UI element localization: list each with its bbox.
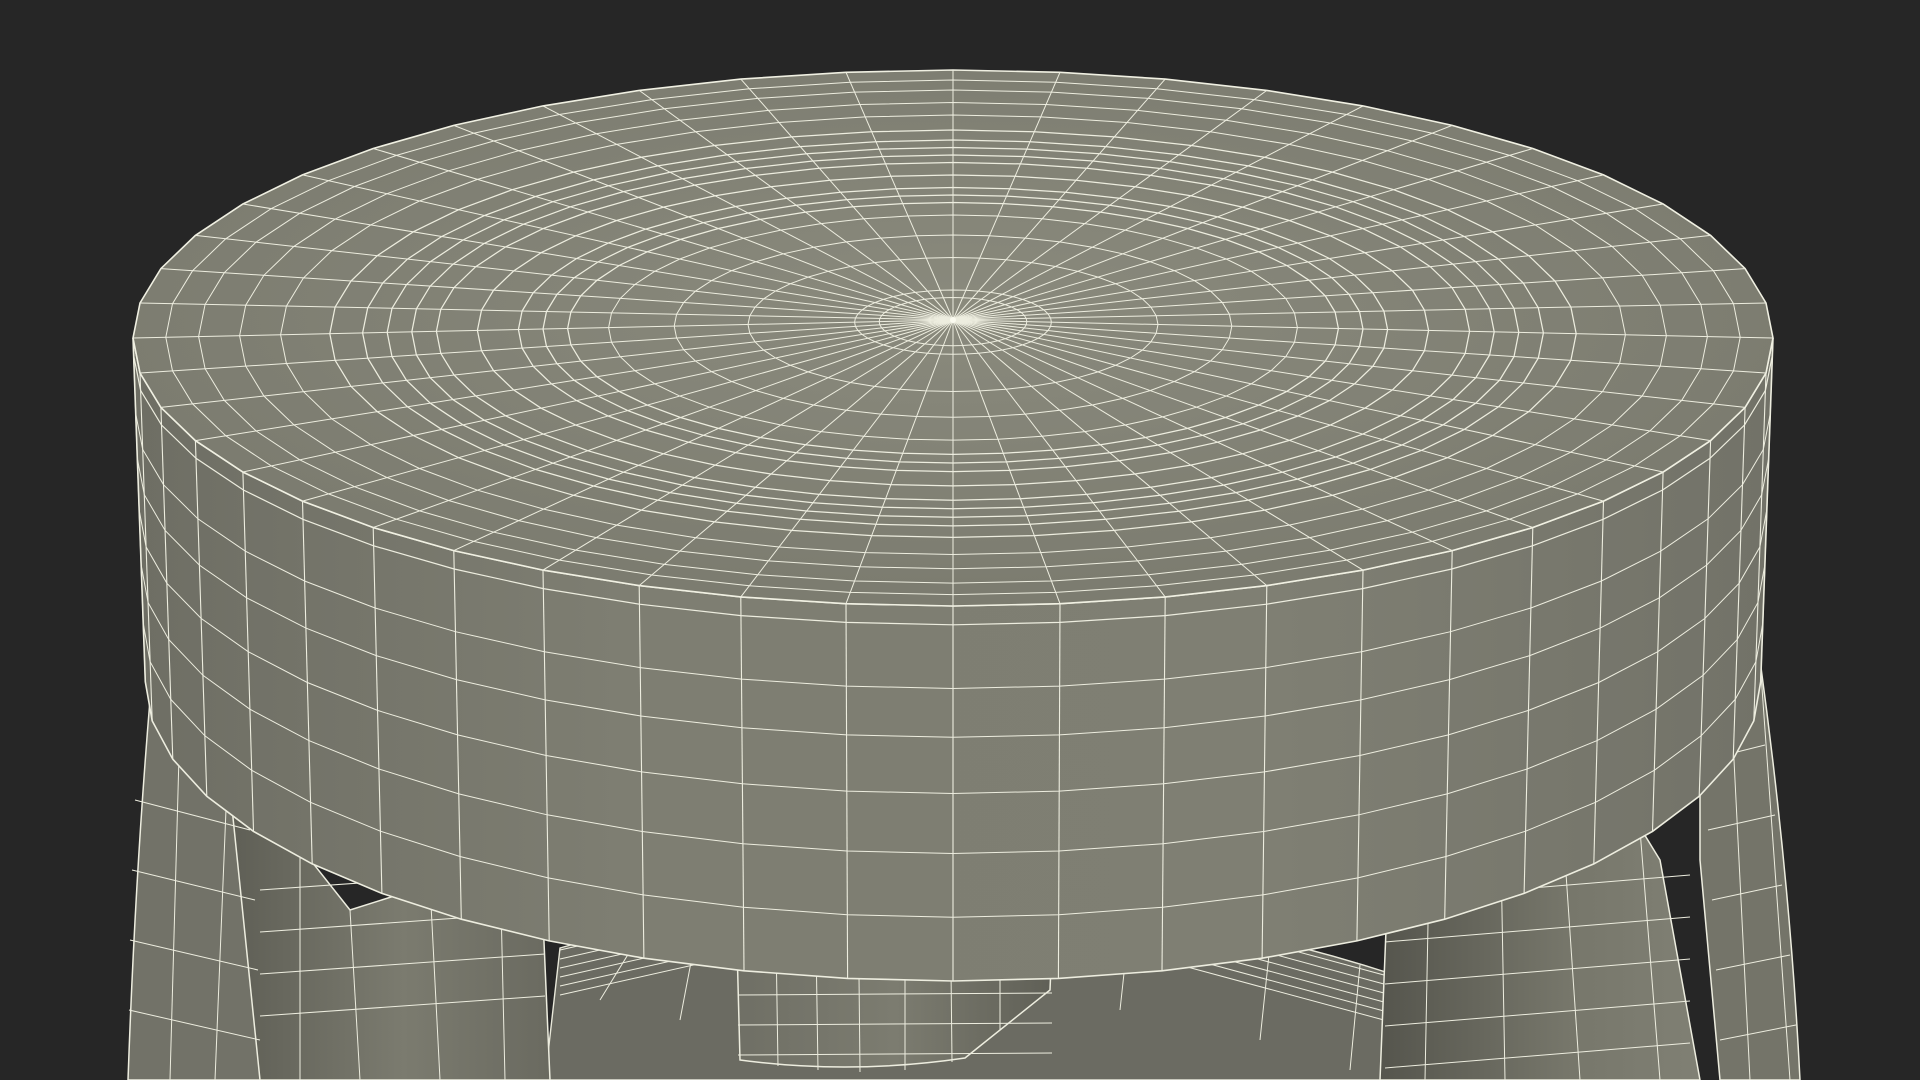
stool-wireframe-scene	[127, 69, 1801, 1080]
render-viewport	[0, 0, 1920, 1080]
seat-top-center-vertex	[950, 317, 956, 323]
seat-top	[132, 69, 1774, 607]
